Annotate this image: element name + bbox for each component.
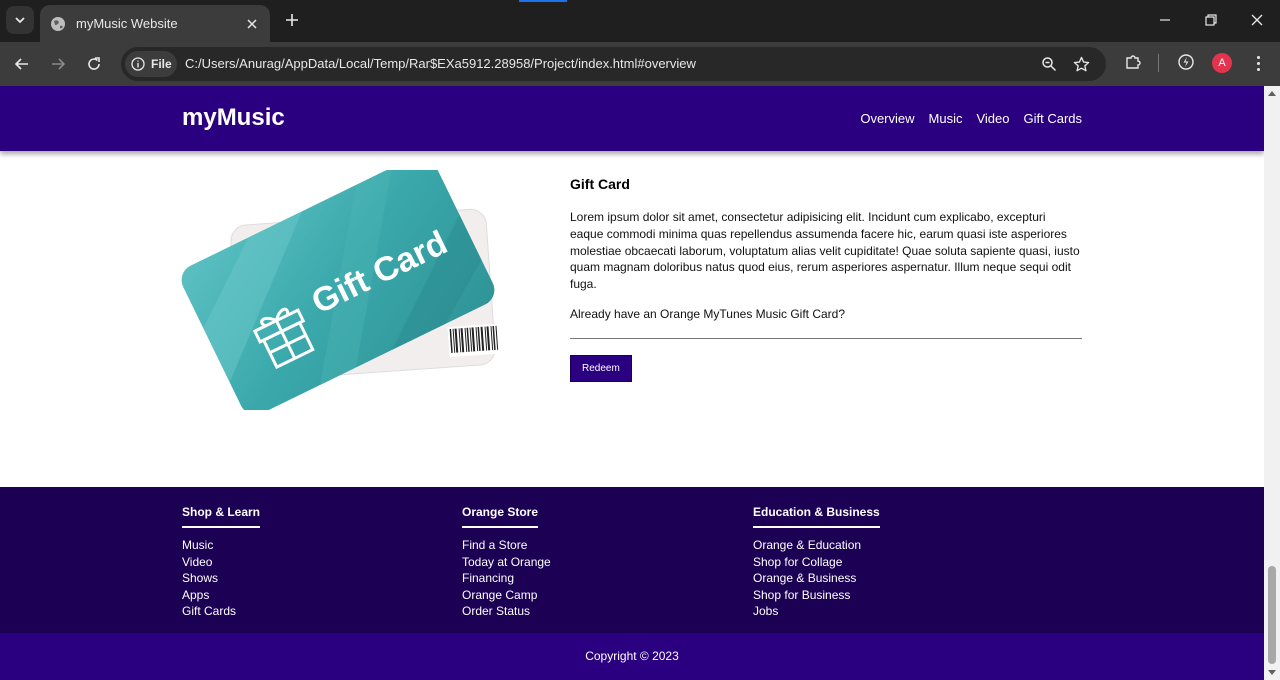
divider xyxy=(570,337,1082,339)
footer-link[interactable]: Shop for Collage xyxy=(753,554,880,571)
address-bar[interactable]: File C:/Users/Anurag/AppData/Local/Temp/… xyxy=(121,47,1106,81)
footer-column-title: Education & Business xyxy=(753,505,880,528)
profile-avatar[interactable]: A xyxy=(1212,53,1232,73)
footer-link[interactable]: Orange Camp xyxy=(462,587,551,604)
footer-link[interactable]: Financing xyxy=(462,570,551,587)
tab-close-icon[interactable] xyxy=(244,16,260,32)
gift-card-heading: Gift Card xyxy=(570,176,630,192)
scroll-thumb[interactable] xyxy=(1268,566,1276,664)
footer-link[interactable]: Orange & Education xyxy=(753,537,880,554)
browser-tab-bar: myMusic Website xyxy=(0,0,1280,42)
bookmark-star-icon[interactable] xyxy=(1072,55,1090,73)
url-text[interactable]: C:/Users/Anurag/AppData/Local/Temp/Rar$E… xyxy=(185,56,696,71)
footer-column-education-business: Education & Business Orange & Education … xyxy=(753,503,880,620)
nav-link-video[interactable]: Video xyxy=(976,111,1009,126)
footer-link[interactable]: Apps xyxy=(182,587,260,604)
footer-link[interactable]: Find a Store xyxy=(462,537,551,554)
footer-link[interactable]: Gift Cards xyxy=(182,603,260,620)
gift-card-question: Already have an Orange MyTunes Music Gif… xyxy=(570,306,846,321)
restore-icon[interactable] xyxy=(1188,6,1234,34)
main-nav: Overview Music Video Gift Cards xyxy=(860,111,1082,126)
performance-icon[interactable] xyxy=(1176,52,1196,72)
new-tab-plus-icon[interactable] xyxy=(282,10,302,30)
reload-icon[interactable] xyxy=(80,50,108,78)
site-header: myMusic Overview Music Video Gift Cards xyxy=(0,86,1264,151)
nav-link-music[interactable]: Music xyxy=(929,111,963,126)
page-scrollbar[interactable] xyxy=(1264,86,1280,680)
globe-icon xyxy=(50,16,66,32)
footer-column-title: Orange Store xyxy=(462,505,539,528)
site-info-chip[interactable]: File xyxy=(125,51,177,77)
footer-column-orange-store: Orange Store Find a Store Today at Orang… xyxy=(462,503,551,620)
footer-link[interactable]: Shows xyxy=(182,570,260,587)
gift-card-section: Gift Card Lorem ipsum dolor sit amet, co… xyxy=(570,176,1082,382)
browser-tab[interactable]: myMusic Website xyxy=(40,5,270,42)
barcode xyxy=(447,323,502,358)
footer-link[interactable]: Today at Orange xyxy=(462,554,551,571)
file-chip-label: File xyxy=(151,57,172,71)
browser-toolbar: File C:/Users/Anurag/AppData/Local/Temp/… xyxy=(0,42,1280,86)
site-footer: Shop & Learn Music Video Shows Apps Gift… xyxy=(0,487,1264,633)
footer-column-title: Shop & Learn xyxy=(182,505,261,528)
zoom-icon[interactable] xyxy=(1040,55,1058,73)
minimize-icon[interactable] xyxy=(1142,6,1188,34)
nav-link-overview[interactable]: Overview xyxy=(860,111,914,126)
info-icon xyxy=(131,57,145,71)
page-viewport: myMusic Overview Music Video Gift Cards xyxy=(0,86,1264,680)
footer-link[interactable]: Video xyxy=(182,554,260,571)
footer-link[interactable]: Order Status xyxy=(462,603,551,620)
gift-card-description: Lorem ipsum dolor sit amet, consectetur … xyxy=(570,210,1080,292)
nav-link-gift-cards[interactable]: Gift Cards xyxy=(1023,111,1082,126)
tab-title: myMusic Website xyxy=(76,16,178,31)
gift-card-image: Gift Card xyxy=(181,170,502,410)
footer-column-shop-learn: Shop & Learn Music Video Shows Apps Gift… xyxy=(182,503,261,620)
tab-search-button[interactable] xyxy=(6,6,34,34)
copyright-bar: Copyright © 2023 xyxy=(0,633,1264,680)
scroll-up-arrow-icon[interactable] xyxy=(1268,91,1276,96)
browser-menu-icon[interactable] xyxy=(1250,53,1266,73)
window-close-icon[interactable] xyxy=(1234,6,1280,34)
footer-link[interactable]: Music xyxy=(182,537,260,554)
redeem-button[interactable]: Redeem xyxy=(570,354,632,382)
tab-strip-highlight xyxy=(519,0,567,2)
extensions-puzzle-icon[interactable] xyxy=(1123,52,1143,72)
scroll-down-arrow-icon[interactable] xyxy=(1268,670,1276,675)
back-arrow-icon[interactable] xyxy=(8,50,36,78)
footer-link[interactable]: Orange & Business xyxy=(753,570,880,587)
toolbar-separator xyxy=(1158,54,1159,72)
chevron-down-icon xyxy=(15,17,25,24)
forward-arrow-icon[interactable] xyxy=(44,50,72,78)
site-logo[interactable]: myMusic xyxy=(182,104,285,132)
footer-link[interactable]: Jobs xyxy=(753,603,880,620)
footer-link[interactable]: Shop for Business xyxy=(753,587,880,604)
